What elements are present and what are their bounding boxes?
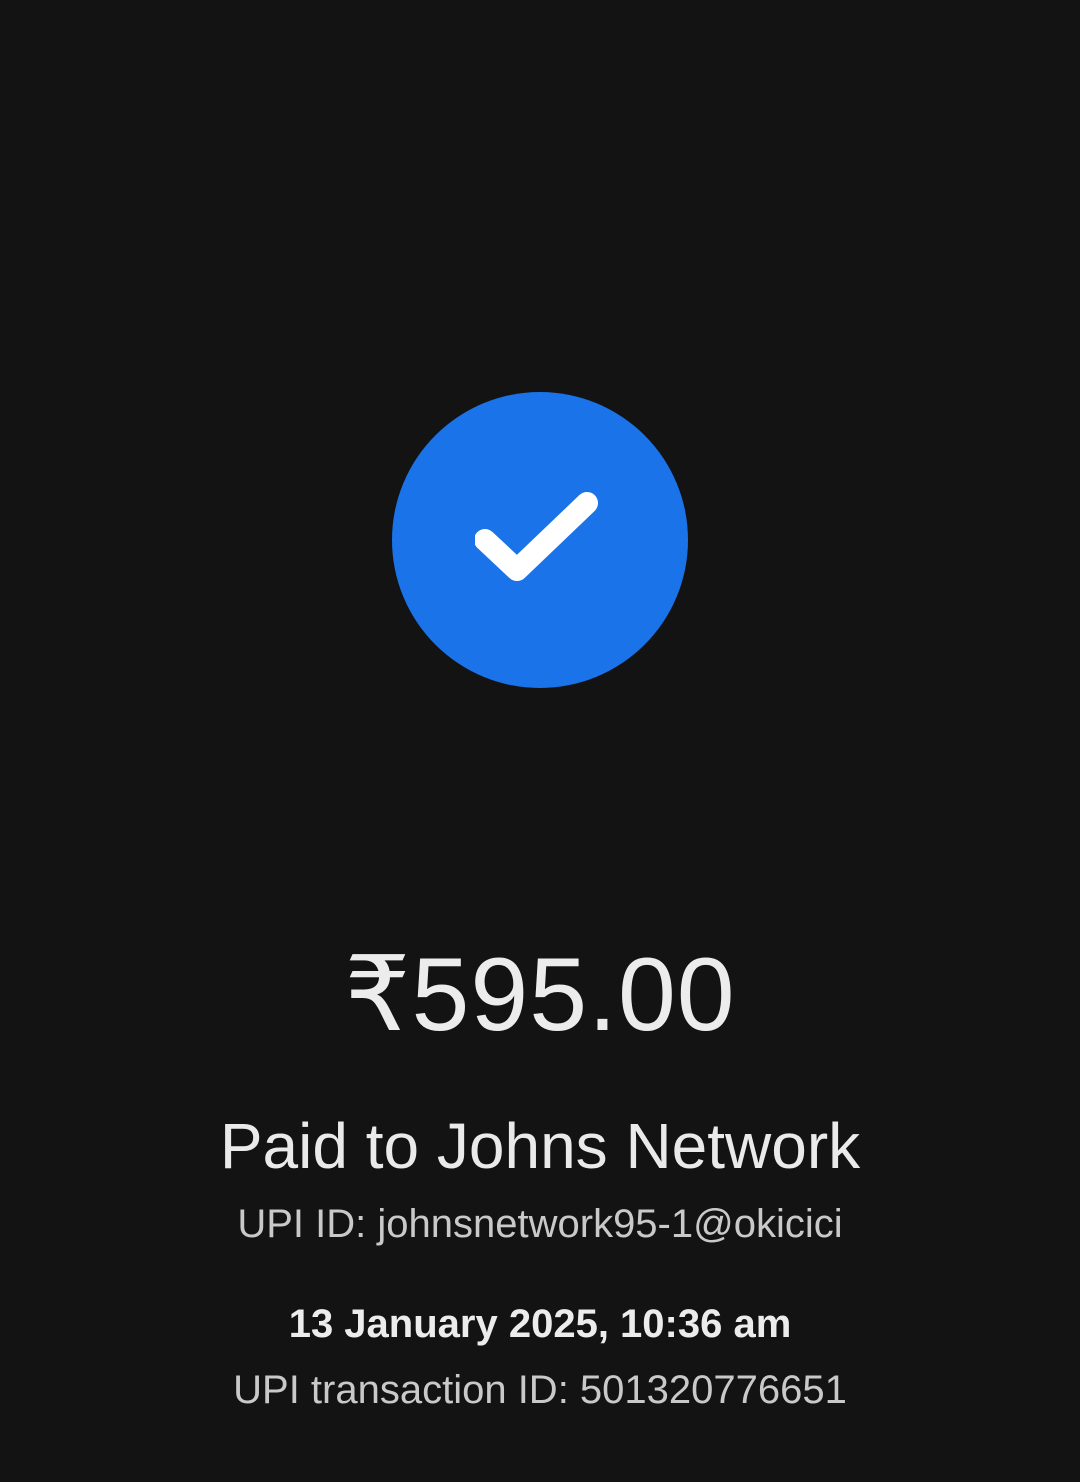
payment-datetime: 13 January 2025, 10:36 am	[288, 1302, 792, 1346]
upi-transaction-id: UPI transaction ID: 501320776651	[233, 1368, 847, 1412]
check-circle-icon	[392, 392, 688, 688]
check-mark-icon	[475, 492, 598, 581]
payment-success-screen: ₹595.00 Paid to Johns Network UPI ID: jo…	[0, 0, 1080, 1482]
payee-upi-id: UPI ID: johnsnetwork95-1@okicici	[237, 1202, 843, 1246]
payee-name: Paid to Johns Network	[219, 1110, 861, 1182]
payment-amount: ₹595.00	[344, 937, 736, 1053]
